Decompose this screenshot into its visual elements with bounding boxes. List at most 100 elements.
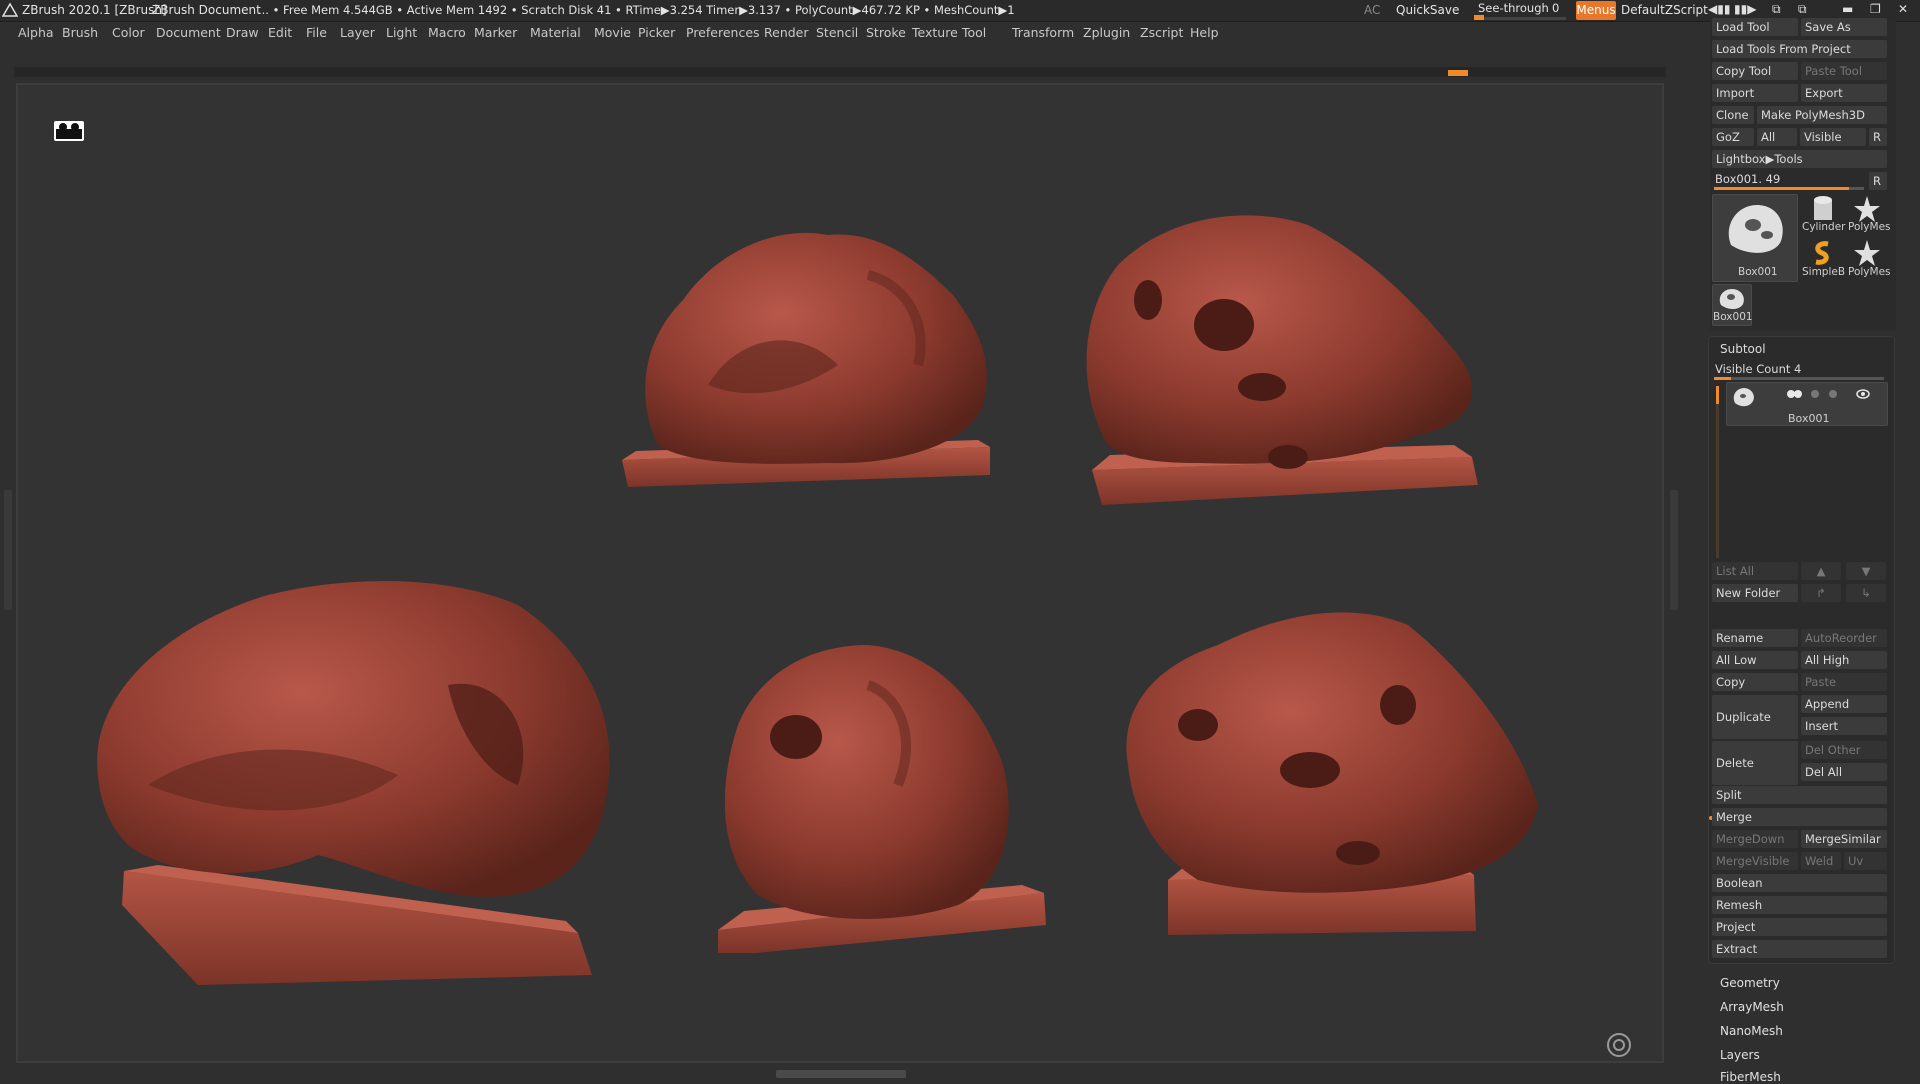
menu-texture[interactable]: Texture	[912, 25, 958, 40]
menu-help[interactable]: Help	[1190, 25, 1219, 40]
section-fibermesh[interactable]: FiberMesh	[1720, 1070, 1781, 1084]
project-button[interactable]: Project	[1712, 918, 1887, 936]
goz-button[interactable]: GoZ	[1712, 128, 1754, 146]
menu-layer[interactable]: Layer	[340, 25, 375, 40]
make-polymesh3d-button[interactable]: Make PolyMesh3D	[1757, 106, 1887, 124]
bottom-shelf-handle[interactable]	[776, 1070, 906, 1078]
lightbox-tools-button[interactable]: Lightbox▶Tools	[1712, 150, 1887, 168]
subtool-visibility-icons[interactable]	[1771, 387, 1871, 401]
document-canvas[interactable]	[16, 83, 1664, 1063]
menu-stroke[interactable]: Stroke	[866, 25, 906, 40]
remesh-button[interactable]: Remesh	[1712, 896, 1887, 914]
rename-button[interactable]: Rename	[1712, 629, 1798, 647]
floating-palette-icon[interactable]: ⧉	[1798, 2, 1807, 17]
menu-zscript[interactable]: Zscript	[1140, 25, 1183, 40]
move-down-icon[interactable]: ▼	[1846, 562, 1886, 580]
menu-preferences[interactable]: Preferences	[686, 25, 760, 40]
zoom-out-icon[interactable]: ▮▮▶	[1734, 2, 1756, 16]
save-as-button[interactable]: Save As	[1801, 18, 1887, 36]
goz-all-button[interactable]: All	[1757, 128, 1797, 146]
list-all-button[interactable]: List All	[1712, 562, 1798, 580]
del-all-button[interactable]: Del All	[1801, 763, 1887, 781]
goz-r-button[interactable]: R	[1869, 128, 1887, 146]
menu-material[interactable]: Material	[530, 25, 581, 40]
import-button[interactable]: Import	[1712, 84, 1798, 102]
menu-tool[interactable]: Tool	[962, 25, 986, 40]
layout-icon[interactable]: ⧉	[1772, 2, 1781, 17]
move-up-icon[interactable]: ▲	[1801, 562, 1841, 580]
subtool-list-scroll-thumb[interactable]	[1716, 386, 1719, 404]
section-arraymesh[interactable]: ArrayMesh	[1720, 1000, 1784, 1014]
menu-edit[interactable]: Edit	[268, 25, 292, 40]
boolean-button[interactable]: Boolean	[1712, 874, 1887, 892]
section-geometry[interactable]: Geometry	[1720, 976, 1780, 990]
menu-transform[interactable]: Transform	[1012, 25, 1074, 40]
zoom-in-icon[interactable]: ◀▮▮	[1708, 2, 1730, 16]
paste-tool-button[interactable]: Paste Tool	[1801, 62, 1887, 80]
duplicate-button[interactable]: Duplicate	[1712, 695, 1798, 739]
menus-button[interactable]: Menus	[1576, 1, 1616, 20]
folder-in-icon[interactable]: ↱	[1801, 584, 1841, 602]
insert-button[interactable]: Insert	[1801, 717, 1887, 735]
del-other-button[interactable]: Del Other	[1801, 741, 1887, 759]
polymesh-star-icon[interactable]	[1852, 194, 1882, 224]
uv-button[interactable]: Uv	[1844, 852, 1887, 870]
camera-view-icon[interactable]	[54, 121, 84, 141]
menu-color[interactable]: Color	[112, 25, 145, 40]
menu-macro[interactable]: Macro	[428, 25, 466, 40]
folder-out-icon[interactable]: ↳	[1846, 584, 1886, 602]
export-button[interactable]: Export	[1801, 84, 1887, 102]
minimize-icon[interactable]: ▬	[1842, 2, 1853, 16]
tool-r-button[interactable]: R	[1869, 172, 1887, 190]
menu-stencil[interactable]: Stencil	[816, 25, 858, 40]
visible-count-slider[interactable]	[1714, 377, 1884, 380]
section-layers[interactable]: Layers	[1720, 1048, 1760, 1062]
see-through-slider[interactable]	[1474, 17, 1566, 20]
cylinder-icon[interactable]	[1808, 194, 1838, 224]
split-button[interactable]: Split	[1712, 786, 1887, 804]
mergesimilar-button[interactable]: MergeSimilar	[1801, 830, 1887, 848]
all-high-button[interactable]: All High	[1801, 651, 1887, 669]
new-folder-button[interactable]: New Folder	[1712, 584, 1798, 602]
subtool-list-scrollbar[interactable]	[1716, 386, 1719, 558]
menu-marker[interactable]: Marker	[474, 25, 517, 40]
mergedown-button[interactable]: MergeDown	[1712, 830, 1798, 848]
menu-movie[interactable]: Movie	[594, 25, 631, 40]
menu-document[interactable]: Document	[156, 25, 221, 40]
menu-picker[interactable]: Picker	[638, 25, 675, 40]
copy-tool-button[interactable]: Copy Tool	[1712, 62, 1798, 80]
menu-brush[interactable]: Brush	[62, 25, 98, 40]
maximize-icon[interactable]: ❐	[1870, 2, 1881, 16]
autoreorder-button[interactable]: AutoReorder	[1801, 629, 1887, 647]
quicksave-button[interactable]: QuickSave	[1396, 3, 1459, 17]
load-tool-button[interactable]: Load Tool	[1712, 18, 1798, 36]
append-button[interactable]: Append	[1801, 695, 1887, 713]
subtool-title[interactable]: Subtool	[1720, 342, 1766, 356]
merge-button[interactable]: Merge	[1712, 808, 1887, 826]
default-zscript-button[interactable]: DefaultZScript	[1621, 3, 1708, 17]
menu-zplugin[interactable]: Zplugin	[1083, 25, 1130, 40]
ac-toggle[interactable]: AC	[1364, 3, 1380, 17]
menu-file[interactable]: File	[306, 25, 327, 40]
see-through-slider-knob[interactable]	[1474, 15, 1484, 20]
copy-subtool-button[interactable]: Copy	[1712, 673, 1798, 691]
section-nanomesh[interactable]: NanoMesh	[1720, 1024, 1783, 1038]
weld-button[interactable]: Weld	[1801, 852, 1841, 870]
all-low-button[interactable]: All Low	[1712, 651, 1798, 669]
simplebrush-icon[interactable]	[1808, 238, 1838, 268]
menu-render[interactable]: Render	[764, 25, 809, 40]
left-tray-handle[interactable]	[4, 490, 12, 610]
mergevisible-button[interactable]: MergeVisible	[1712, 852, 1798, 870]
goz-visible-button[interactable]: Visible	[1800, 128, 1866, 146]
paste-subtool-button[interactable]: Paste	[1801, 673, 1887, 691]
delete-button[interactable]: Delete	[1712, 741, 1798, 785]
load-tools-from-project-button[interactable]: Load Tools From Project	[1712, 40, 1887, 58]
clone-button[interactable]: Clone	[1712, 106, 1754, 124]
extract-button[interactable]: Extract	[1712, 940, 1887, 958]
menu-light[interactable]: Light	[386, 25, 417, 40]
close-icon[interactable]: ✕	[1898, 2, 1908, 16]
menu-alpha[interactable]: Alpha	[18, 25, 54, 40]
right-tray-handle[interactable]	[1670, 490, 1678, 610]
polymesh-star-icon-2[interactable]	[1852, 238, 1882, 268]
menu-draw[interactable]: Draw	[226, 25, 259, 40]
